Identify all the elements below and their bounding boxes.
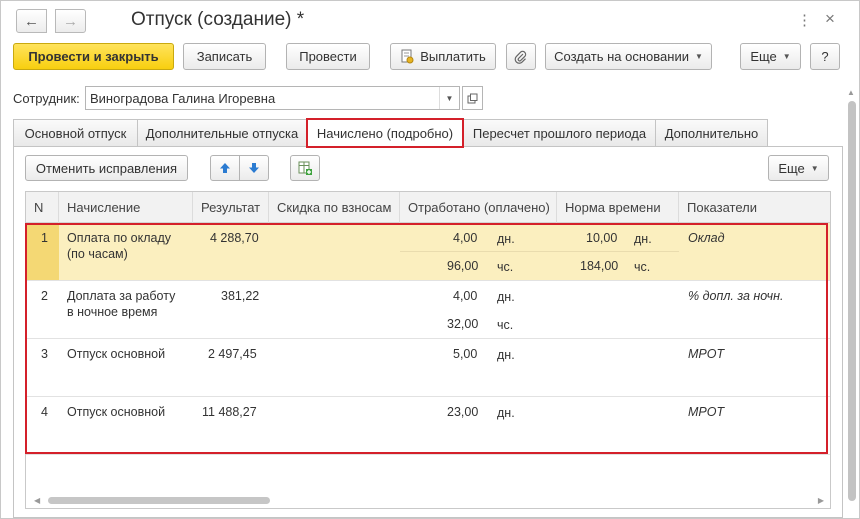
more-vertical-icon[interactable]: ⋮ [797,11,812,29]
accrual-name-line2: в ночное время [67,305,158,319]
scroll-up-icon[interactable]: ▲ [847,88,855,97]
window-title: Отпуск (создание) * [131,9,305,30]
arrow-up-icon [220,163,230,173]
panel-more-label: Еще [778,160,805,176]
indicator: МРОТ [688,347,725,361]
worked-unit: дн. [497,232,515,246]
row-number: 2 [41,289,48,303]
employee-label: Сотрудник: [13,91,80,106]
save-button[interactable]: Записать [183,43,266,70]
arrow-right-icon: → [63,12,78,30]
worked-value: 23,00 [447,405,479,419]
result-value: 2 497,45 [208,347,257,361]
attach-button[interactable] [506,43,536,70]
worked-unit: чс. [497,260,514,274]
create-based-on-label: Создать на основании [554,49,689,64]
tab-additional[interactable]: Дополнительно [655,119,768,146]
table-add-icon [298,161,312,175]
worked-value: 96,00 [447,259,479,273]
arrow-left-icon: ← [24,12,39,30]
tab-additional-vacations[interactable]: Дополнительные отпуска [137,119,307,146]
row-number: 1 [41,231,48,245]
column-header-indicators[interactable]: Показатели [679,192,830,223]
row-divider [400,251,679,252]
worked-unit: чс. [497,318,514,332]
close-icon[interactable]: × [825,9,835,29]
help-button[interactable]: ? [810,43,840,70]
pay-button[interactable]: Выплатить [390,43,496,70]
accrual-name: Оплата по окладу [67,231,172,245]
scroll-right-icon[interactable]: ▶ [818,496,824,505]
result-value: 381,22 [221,289,260,303]
accrual-name: Отпуск основной [67,405,166,419]
tab-main-vacation[interactable]: Основной отпуск [13,119,138,146]
worked-value: 5,00 [453,347,478,361]
panel-more-button[interactable]: Еще ▼ [768,155,829,181]
column-header-norm[interactable]: Норма времени [557,192,679,223]
column-header-accrual[interactable]: Начисление [59,192,193,223]
norm-unit: чс. [634,260,651,274]
accrual-name: Доплата за работу [67,289,176,303]
horizontal-scrollbar[interactable]: ◀ ▶ [26,494,830,508]
norm-value: 10,00 [586,231,618,245]
open-window-icon [467,93,478,103]
worked-unit: дн. [497,290,515,304]
norm-unit: дн. [634,232,652,246]
result-value: 11 488,27 [202,405,257,419]
indicator: % допл. за ночн. [688,289,784,303]
table-row[interactable]: 4 Отпуск основной 11 488,27 23,00 дн. МР… [26,397,830,455]
tab-accrued-detailed[interactable]: Начислено (подробно) [306,118,464,148]
row-number: 3 [41,347,48,361]
create-based-on-button[interactable]: Создать на основании ▼ [545,43,712,70]
worked-unit: дн. [497,348,515,362]
back-button[interactable]: ← [16,9,47,33]
vertical-scrollbar[interactable]: ▲ [845,86,858,516]
more-button-label: Еще [750,49,777,64]
arrow-down-icon [249,163,259,173]
pay-button-label: Выплатить [420,49,486,64]
employee-value: Виноградова Галина Игоревна [90,91,276,106]
chevron-down-icon: ▼ [782,52,791,61]
table-row[interactable]: 2 Доплата за работу в ночное время 381,2… [26,281,830,339]
table-row[interactable]: 1 Оплата по окладу (по часам) 4 288,70 4… [26,223,830,281]
column-header-result[interactable]: Результат [193,192,269,223]
indicator: Оклад [688,231,725,245]
post-and-close-button[interactable]: Провести и закрыть [13,43,174,70]
chevron-down-icon: ▼ [694,52,703,61]
row-number: 4 [41,405,48,419]
table-header: N Начисление Результат Скидка по взносам… [26,192,830,223]
post-button[interactable]: Провести [286,43,370,70]
move-up-button[interactable] [210,155,240,181]
horizontal-scroll-thumb[interactable] [48,497,270,504]
dropdown-icon[interactable]: ▼ [439,87,459,109]
worked-unit: дн. [497,406,515,420]
accrual-name-line2: (по часам) [67,247,128,261]
worked-value: 32,00 [447,317,479,331]
move-down-button[interactable] [239,155,269,181]
cancel-corrections-button[interactable]: Отменить исправления [25,155,188,181]
worked-value: 4,00 [453,231,478,245]
vertical-scroll-thumb[interactable] [848,101,856,501]
indicator: МРОТ [688,405,725,419]
scroll-left-icon[interactable]: ◀ [34,496,40,505]
accrual-name: Отпуск основной [67,347,166,361]
employee-field[interactable]: Виноградова Галина Игоревна ▼ [85,86,460,110]
table-row[interactable]: 3 Отпуск основной 2 497,45 5,00 дн. МРОТ [26,339,830,397]
add-row-button[interactable] [290,155,320,181]
column-header-n[interactable]: N [26,192,59,223]
paperclip-icon [514,50,527,64]
norm-value: 184,00 [580,259,619,273]
document-pay-icon [401,49,414,64]
accruals-table[interactable]: N Начисление Результат Скидка по взносам… [25,191,831,509]
column-header-worked[interactable]: Отработано (оплачено) [400,192,557,223]
result-value: 4 288,70 [210,231,259,245]
tab-recalculation-previous-period[interactable]: Пересчет прошлого периода [463,119,656,146]
open-employee-button[interactable] [462,86,483,110]
column-header-discount[interactable]: Скидка по взносам [269,192,400,223]
forward-button[interactable]: → [55,9,86,33]
more-button[interactable]: Еще ▼ [740,43,801,70]
worked-value: 4,00 [453,289,478,303]
chevron-down-icon: ▼ [810,163,819,173]
